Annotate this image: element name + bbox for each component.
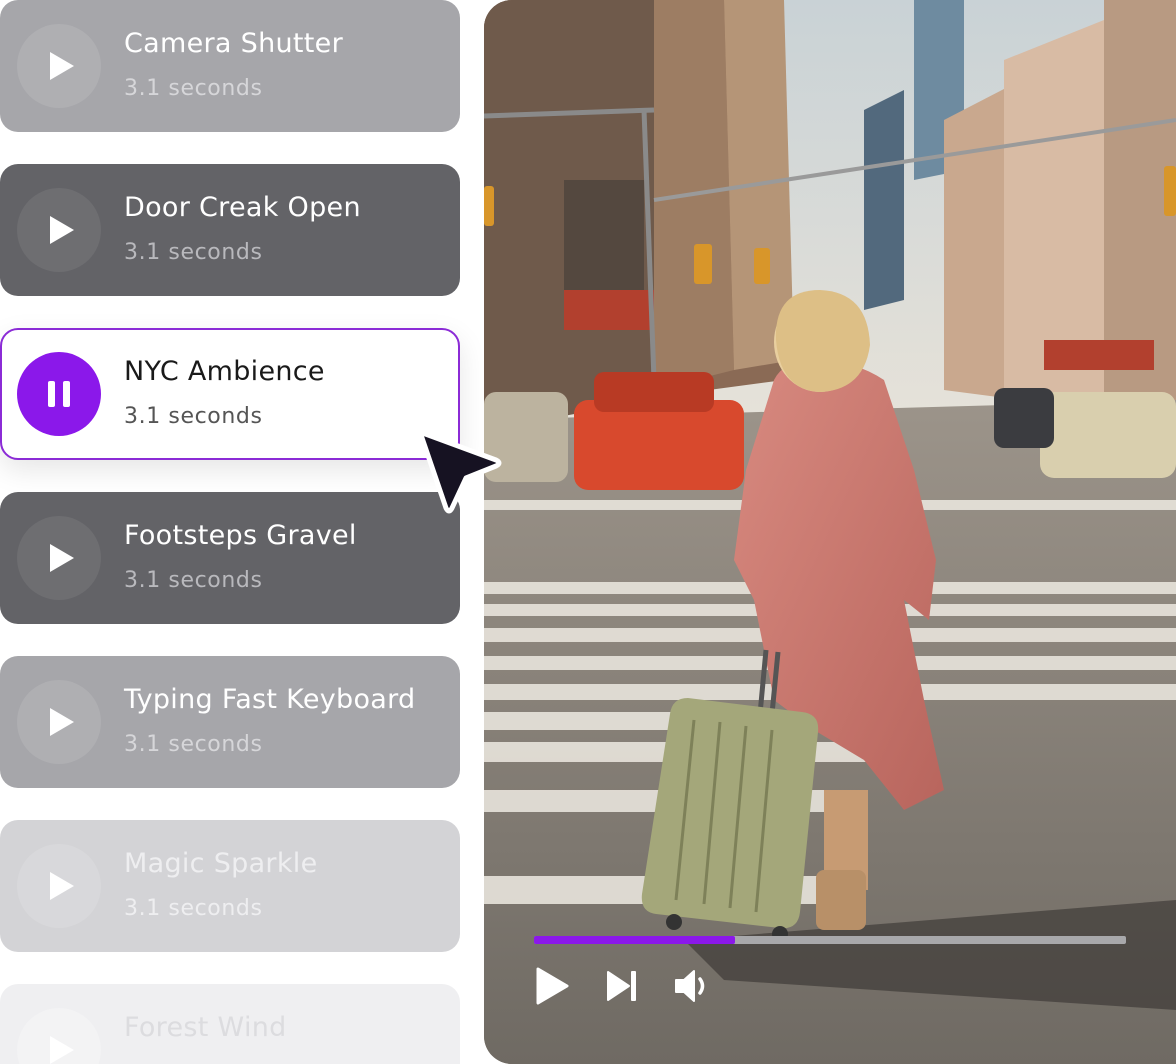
sound-duration: 3.1 seconds (124, 240, 263, 265)
sound-item-door-creak-open[interactable]: Door Creak Open 3.1 seconds (0, 164, 460, 296)
sound-duration: 3.1 seconds (124, 896, 263, 921)
progress-bar[interactable] (534, 936, 1126, 944)
video-player[interactable] (484, 0, 1176, 1064)
mouse-cursor-icon (417, 429, 502, 514)
volume-button[interactable] (668, 962, 716, 1010)
play-button[interactable] (17, 844, 101, 928)
sound-item-typing-fast-keyboard[interactable]: Typing Fast Keyboard 3.1 seconds (0, 656, 460, 788)
pause-button[interactable] (17, 352, 101, 436)
volume-icon (675, 970, 705, 1002)
sound-title: Door Creak Open (124, 192, 361, 223)
play-button[interactable] (17, 1008, 101, 1064)
skip-next-button[interactable] (598, 962, 646, 1010)
play-button[interactable] (17, 24, 101, 108)
video-frame (484, 0, 1176, 1064)
progress-fill (534, 936, 736, 944)
sound-title: NYC Ambience (124, 356, 325, 387)
sound-item-nyc-ambience[interactable]: NYC Ambience 3.1 seconds (0, 328, 460, 460)
sound-title: Typing Fast Keyboard (124, 684, 416, 715)
sound-duration: 3.1 seconds (124, 732, 263, 757)
sound-item-magic-sparkle[interactable]: Magic Sparkle 3.1 seconds (0, 820, 460, 952)
play-button[interactable] (17, 516, 101, 600)
play-icon (50, 52, 74, 80)
sound-item-footsteps-gravel[interactable]: Footsteps Gravel 3.1 seconds (0, 492, 460, 624)
sound-item-forest-wind[interactable]: Forest Wind (0, 984, 460, 1064)
sound-duration: 3.1 seconds (124, 404, 263, 429)
pause-icon (48, 381, 70, 407)
play-button[interactable] (528, 962, 576, 1010)
play-button[interactable] (17, 188, 101, 272)
play-icon (50, 708, 74, 736)
sound-item-camera-shutter[interactable]: Camera Shutter 3.1 seconds (0, 0, 460, 132)
sound-duration: 3.1 seconds (124, 568, 263, 593)
sound-title: Footsteps Gravel (124, 520, 357, 551)
sound-title: Forest Wind (124, 1012, 287, 1043)
sound-title: Magic Sparkle (124, 848, 318, 879)
play-icon (50, 1036, 74, 1064)
sound-title: Camera Shutter (124, 28, 343, 59)
sound-duration: 3.1 seconds (124, 76, 263, 101)
play-button[interactable] (17, 680, 101, 764)
sound-list: Camera Shutter 3.1 seconds Door Creak Op… (0, 0, 460, 1064)
skip-next-icon (607, 971, 636, 1001)
play-icon (50, 544, 74, 572)
play-icon (50, 216, 74, 244)
play-icon (50, 872, 74, 900)
play-icon (536, 967, 569, 1005)
